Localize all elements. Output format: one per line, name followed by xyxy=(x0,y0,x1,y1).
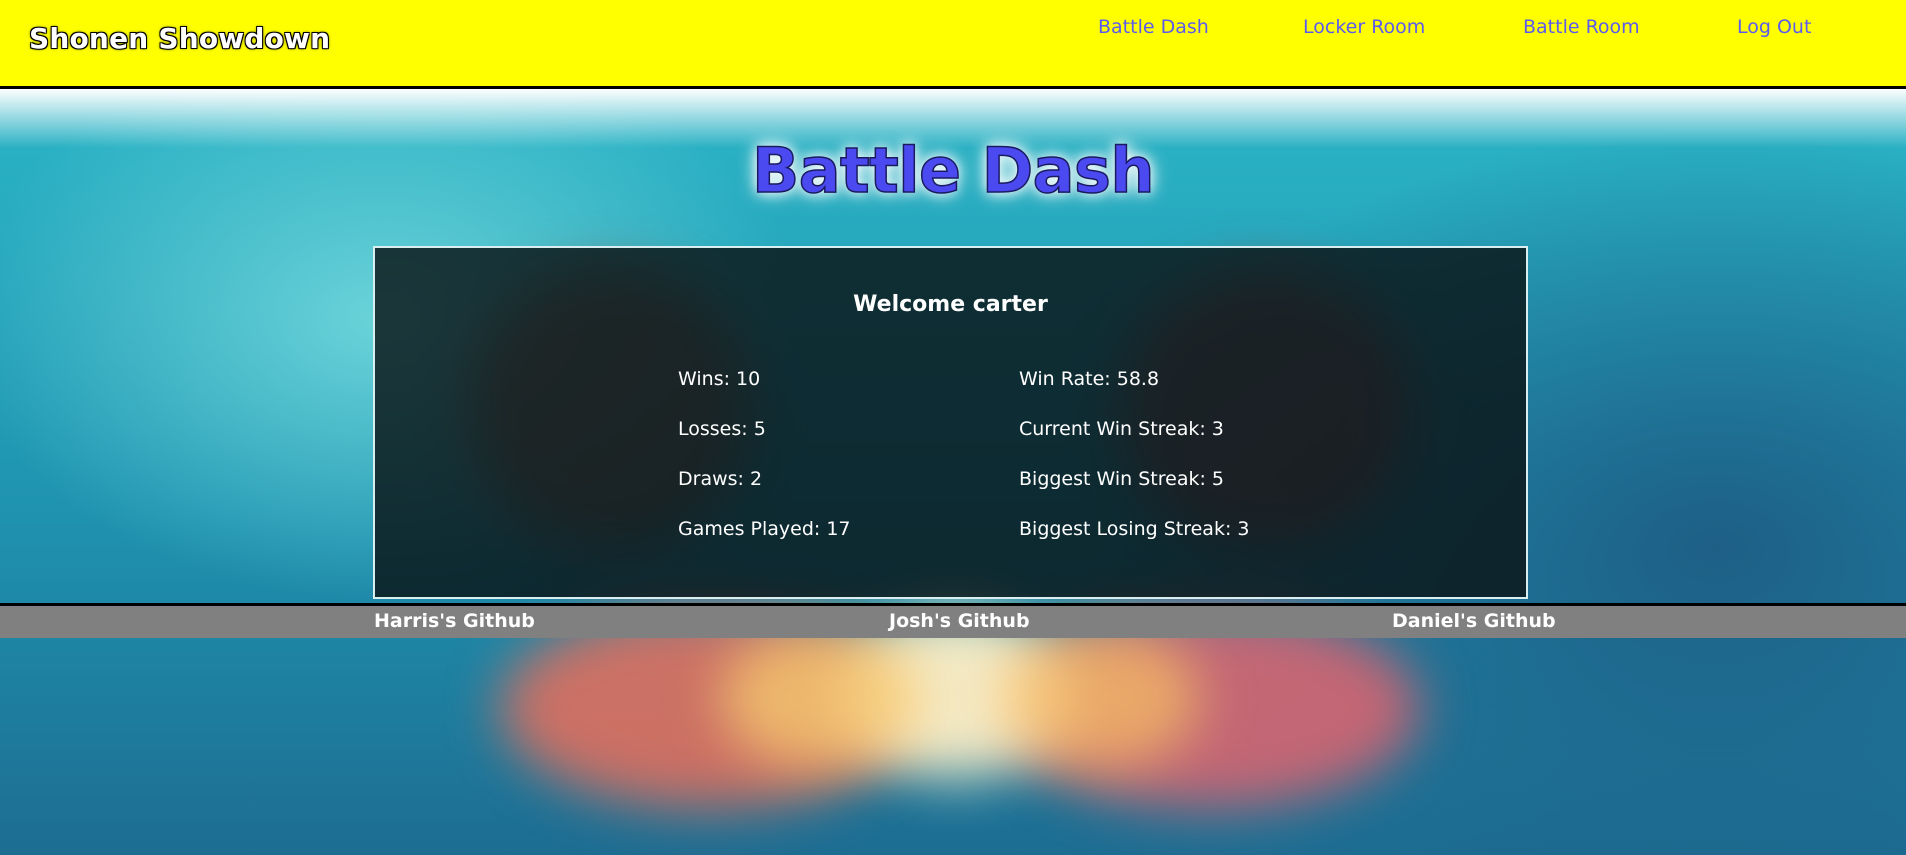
nav-battle-dash[interactable]: Battle Dash xyxy=(1098,16,1209,38)
nav-locker-room[interactable]: Locker Room xyxy=(1303,16,1425,38)
stat-biggest-win-streak: Biggest Win Streak: 5 xyxy=(1019,468,1225,490)
brand-logo[interactable]: Shonen Showdown xyxy=(29,22,330,55)
stat-games-played: Games Played: 17 xyxy=(678,518,851,540)
background-blur-shape xyxy=(720,628,920,768)
stats-panel: Welcome carter Wins: 10 Losses: 5 Draws:… xyxy=(373,246,1528,599)
josh-github-link[interactable]: Josh's Github xyxy=(889,610,1030,632)
stat-biggest-losing-streak: Biggest Losing Streak: 3 xyxy=(1019,518,1250,540)
daniel-github-link[interactable]: Daniel's Github xyxy=(1392,610,1556,632)
stat-current-win-streak: Current Win Streak: 3 xyxy=(1019,418,1224,440)
stat-draws: Draws: 2 xyxy=(678,468,763,490)
nav-battle-room[interactable]: Battle Room xyxy=(1523,16,1640,38)
stat-wins: Wins: 10 xyxy=(678,368,761,390)
top-navbar: Shonen Showdown Battle Dash Locker Room … xyxy=(0,0,1906,89)
stat-win-rate: Win Rate: 58.8 xyxy=(1019,368,1160,390)
welcome-message: Welcome carter xyxy=(853,292,1048,317)
harris-github-link[interactable]: Harris's Github xyxy=(374,610,535,632)
page-title: Battle Dash xyxy=(751,133,1155,208)
footer-bar: Harris's Github Josh's Github Daniel's G… xyxy=(0,603,1906,638)
nav-log-out[interactable]: Log Out xyxy=(1737,16,1811,38)
background-blur-shape xyxy=(1000,628,1200,768)
stat-losses: Losses: 5 xyxy=(678,418,766,440)
